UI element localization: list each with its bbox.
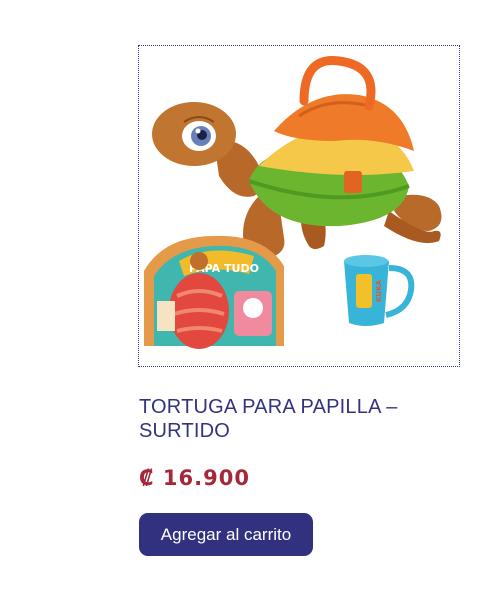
mug: KUKA [344,255,415,326]
product-box: PAPA TUDO [144,235,284,349]
product-card: PAPA TUDO KUKA TORTUGA PARA PAPILLA – SU… [0,0,494,598]
turtle-bowl-illustration: PAPA TUDO KUKA [144,56,442,349]
product-title[interactable]: TORTUGA PARA PAPILLA – SURTIDO [139,395,439,443]
product-price: ₡ 16.900 [139,466,250,490]
turtle-toy [152,56,442,259]
add-to-cart-button[interactable]: Agregar al carrito [139,513,313,556]
mug-label: KUKA [375,280,383,302]
product-image[interactable]: PAPA TUDO KUKA [138,45,460,367]
